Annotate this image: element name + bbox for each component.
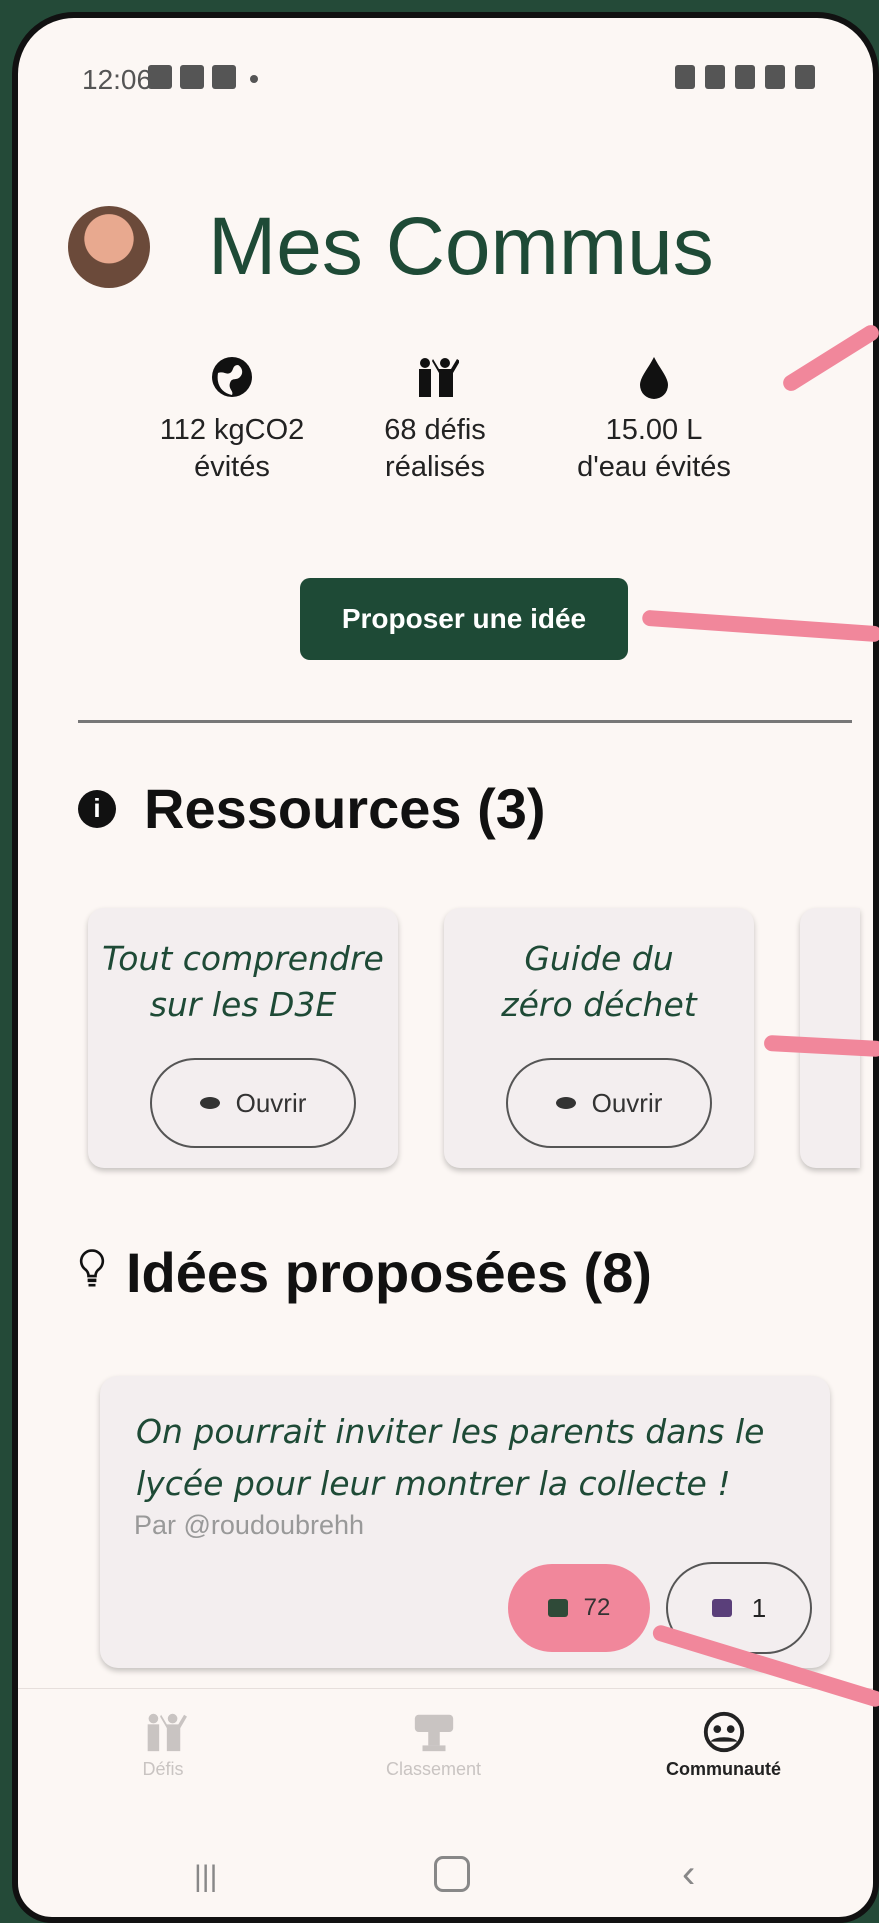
stat-defis-value: 68 défis xyxy=(384,414,486,446)
mute-icon xyxy=(705,65,725,89)
page-header: Mes Commus xyxy=(68,206,714,288)
home-icon[interactable] xyxy=(434,1856,470,1892)
ideas-section-title: Idées proposées (8) xyxy=(78,1240,652,1305)
dislike-count: 1 xyxy=(751,1592,767,1623)
community-icon xyxy=(703,1711,744,1753)
people-icon xyxy=(419,358,459,397)
nav-communaute[interactable]: Communauté xyxy=(666,1709,781,1780)
info-icon: i xyxy=(78,789,116,828)
stat-water-value: 15.00 L xyxy=(605,414,703,446)
people-icon xyxy=(147,1713,187,1752)
system-navigation-bar: ||| ‹ xyxy=(18,1830,873,1910)
open-resource-button[interactable]: Ouvrir xyxy=(150,1058,356,1148)
stat-defis-label: réalisés xyxy=(385,451,485,483)
status-time: 12:06 xyxy=(82,64,153,95)
globe-icon xyxy=(212,357,252,397)
resource-title: Guide du zéro déchet xyxy=(501,939,697,1024)
snapchat-icon xyxy=(180,65,204,89)
stats-row: 112 kgCO2 évités 68 défis réalisés 15.00… xyxy=(154,348,774,486)
lightbulb-icon xyxy=(78,1240,106,1305)
open-label: Ouvrir xyxy=(591,1087,663,1118)
stat-water-label: d'eau évités xyxy=(577,451,731,483)
stat-co2-label: évités xyxy=(194,451,270,483)
more-notifications-icon xyxy=(250,75,258,83)
phone-screen: 12:06 Mes Commus 112 kgCO2 évités 68 déf… xyxy=(12,12,879,1923)
like-button[interactable]: 72 xyxy=(508,1564,650,1652)
stat-water: 15.00 L d'eau évités xyxy=(544,348,764,486)
notification-icons xyxy=(148,65,258,89)
nav-defis[interactable]: Défis xyxy=(138,1709,188,1780)
page-title: Mes Commus xyxy=(208,201,714,292)
recent-apps-icon[interactable]: ||| xyxy=(194,1860,217,1894)
eye-icon xyxy=(199,1097,220,1109)
thumbs-down-icon xyxy=(711,1599,732,1617)
wifi-icon xyxy=(735,65,755,89)
resource-title: Tout comprendre sur les D3E xyxy=(102,939,384,1024)
resources-heading: Ressources (3) xyxy=(144,777,546,840)
battery-icon xyxy=(795,65,815,89)
stat-defis: 68 défis réalisés xyxy=(346,348,524,486)
open-label: Ouvrir xyxy=(235,1087,307,1118)
nav-label: Défis xyxy=(142,1759,184,1779)
like-count: 72 xyxy=(583,1594,611,1621)
divider xyxy=(78,720,852,723)
trophy-icon xyxy=(414,1714,453,1752)
stat-co2: 112 kgCO2 évités xyxy=(154,348,310,486)
nfc-icon xyxy=(675,65,695,89)
status-bar: 12:06 xyxy=(18,18,873,128)
stat-co2-value: 112 kgCO2 xyxy=(159,414,305,446)
open-resource-button[interactable]: Ouvrir xyxy=(506,1058,712,1148)
idea-text: On pourrait inviter les parents dans le … xyxy=(136,1412,765,1503)
signal-icon xyxy=(765,65,785,89)
propose-idea-button[interactable]: Proposer une idée xyxy=(300,578,628,660)
linkedin-icon xyxy=(212,65,236,89)
system-status-icons xyxy=(675,65,815,89)
avatar[interactable] xyxy=(68,206,150,288)
idea-author: Par @roudoubrehh xyxy=(134,1510,365,1540)
idea-card: On pourrait inviter les parents dans le … xyxy=(100,1376,830,1668)
eye-icon xyxy=(555,1097,576,1109)
nav-label: Communauté xyxy=(666,1759,782,1779)
gallery-icon xyxy=(148,65,172,89)
bottom-navigation: Défis Classement Communauté xyxy=(18,1688,873,1809)
resource-card[interactable]: Guide du zéro déchet Ouvrir xyxy=(444,908,754,1168)
resource-card[interactable]: Tout comprendre sur les D3E Ouvrir xyxy=(88,908,398,1168)
ideas-heading: Idées proposées (8) xyxy=(126,1241,652,1304)
nav-classement[interactable]: Classement xyxy=(386,1709,481,1780)
thumbs-up-icon xyxy=(547,1599,568,1617)
back-icon[interactable]: ‹ xyxy=(682,1852,695,1897)
resources-section-title: i Ressources (3) xyxy=(78,776,546,841)
nav-label: Classement xyxy=(386,1759,482,1779)
water-drop-icon xyxy=(640,357,668,399)
